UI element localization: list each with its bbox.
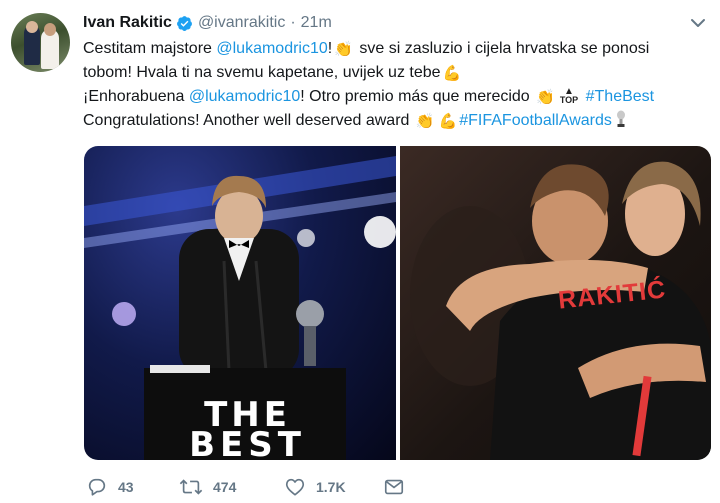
logo-line-2: BEST [189,425,306,460]
avatar-head-1 [26,21,38,33]
like-action[interactable]: 1.7K [284,476,346,498]
text-segment: Cestitam majstore [83,40,217,57]
tweet-media[interactable]: THE BEST RAKITIĆ [84,146,711,460]
tweet-header: Ivan Rakitic @ivanrakitic · 21m [83,14,332,32]
flexed-biceps-emoji: 💪 [438,113,458,130]
mention-link[interactable]: @lukamodric10 [216,40,327,57]
separator-dot: · [290,14,296,31]
tweet-line-3: ¡Enhorabuena @lukamodric10! Otro premio … [83,85,713,109]
text-segment: ¡Enhorabuena [83,88,189,105]
watermark-logo-icon [587,467,607,487]
mention-link[interactable]: @lukamodric10 [189,88,300,105]
top-label: TOP [559,95,579,105]
direct-message-action[interactable] [383,476,405,498]
retweet-action[interactable]: 474 [179,476,236,498]
author-handle[interactable]: @ivanrakitic [198,14,285,32]
trophy-emoji [616,110,625,127]
tweet-line-4: Congratulations! Another well deserved a… [83,109,713,133]
text-segment: tobom! Hvala ti na svemu kapetane, uvije… [83,64,441,81]
hashtag-link[interactable]: #FIFAFootballAwards [459,112,612,129]
avatar[interactable] [11,13,70,72]
watermark-text: 懂球帝 [614,469,656,485]
tweet-text: Cestitam majstore @lukamodric10! 👏 sve si… [83,37,713,133]
like-icon[interactable] [284,476,306,498]
reply-count: 43 [118,479,134,495]
verified-badge-icon [176,15,192,31]
text-segment: sve si zasluzio i cijela hrvatska se pon… [354,40,650,57]
watermark: 懂球帝 [586,462,710,492]
author-name[interactable]: Ivan Rakitic [83,14,172,32]
text-segment: Congratulations! Another well deserved a… [83,112,414,129]
retweet-icon[interactable] [179,476,203,498]
the-best-logo: THE BEST [180,398,315,460]
media-photo-award[interactable]: THE BEST [84,146,396,460]
text-segment: ! Otro premio más que merecido [300,88,535,105]
reply-icon[interactable] [86,476,108,498]
tweet-line-2: tobom! Hvala ti na svemu kapetane, uvije… [83,61,713,85]
clap-emoji: 👏 [415,113,435,130]
retweet-count: 474 [213,479,237,495]
like-count: 1.7K [316,479,346,495]
avatar-head-2 [44,23,56,36]
text-segment: ! [327,40,333,57]
top-arrow-emoji: ▲ TOP [560,87,578,105]
hashtag-link[interactable]: #TheBest [586,88,654,105]
chevron-down-icon[interactable] [689,16,707,30]
media-photo-embrace[interactable]: RAKITIĆ [400,146,711,460]
timestamp[interactable]: 21m [301,14,332,32]
clap-emoji: 👏 [334,41,353,58]
clap-emoji: 👏 [536,89,555,106]
direct-message-icon[interactable] [383,476,405,498]
flexed-biceps-emoji: 💪 [442,65,462,82]
tweet-line-1: Cestitam majstore @lukamodric10! 👏 sve si… [83,37,713,61]
reply-action[interactable]: 43 [86,476,134,498]
